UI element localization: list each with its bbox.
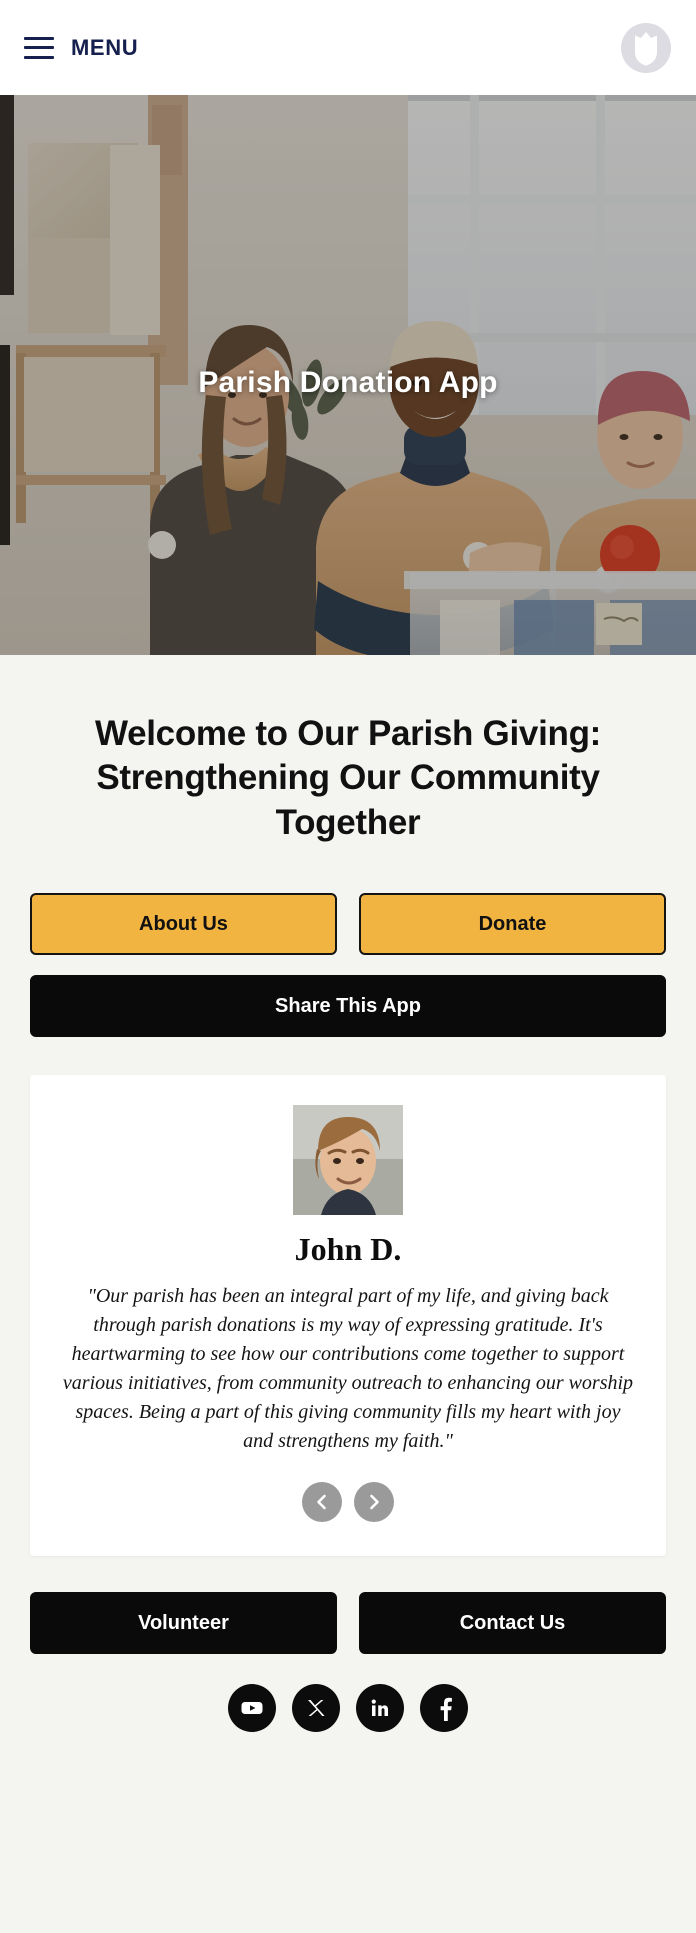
testimonial-quote: "Our parish has been an integral part of… [62, 1285, 634, 1453]
x-icon[interactable] [292, 1684, 340, 1733]
contact-us-button[interactable]: Contact Us [359, 1592, 666, 1655]
main-content: Welcome to Our Parish Giving: Strengthen… [0, 655, 696, 1733]
chevron-left-icon[interactable] [302, 1482, 342, 1523]
social-links [30, 1684, 666, 1733]
hero-title: Parish Donation App [198, 366, 498, 400]
hero-banner: Parish Donation App [0, 95, 696, 655]
primary-action-row: About Us Donate [30, 893, 666, 956]
testimonial-carousel-controls [56, 1482, 640, 1523]
facebook-icon[interactable] [420, 1684, 468, 1733]
hamburger-bar [24, 46, 54, 49]
youtube-icon[interactable] [228, 1684, 276, 1733]
menu-button[interactable]: MENU [24, 35, 138, 61]
donate-button[interactable]: Donate [359, 893, 666, 956]
hamburger-icon[interactable] [24, 36, 54, 59]
chevron-right-icon[interactable] [354, 1482, 394, 1523]
top-navigation-bar: MENU [0, 0, 696, 95]
linkedin-icon[interactable] [356, 1684, 404, 1733]
page-title: Welcome to Our Parish Giving: Strengthen… [94, 714, 602, 842]
about-us-button[interactable]: About Us [30, 893, 337, 956]
volunteer-button[interactable]: Volunteer [30, 1592, 337, 1655]
parish-shield-logo[interactable] [620, 22, 672, 74]
app-page: MENU Parish Donation App Welcome to Our … [0, 0, 696, 1933]
avatar-container [56, 1105, 640, 1216]
avatar [293, 1105, 403, 1216]
testimonial-card: John D. "Our parish has been an integral… [30, 1075, 666, 1557]
secondary-action-row: Volunteer Contact Us [30, 1592, 666, 1655]
share-this-app-button[interactable]: Share This App [30, 975, 666, 1038]
testimonial-author: John D. [294, 1231, 402, 1268]
menu-label: MENU [71, 34, 139, 60]
hamburger-bar [24, 55, 54, 59]
hamburger-bar [24, 36, 54, 40]
